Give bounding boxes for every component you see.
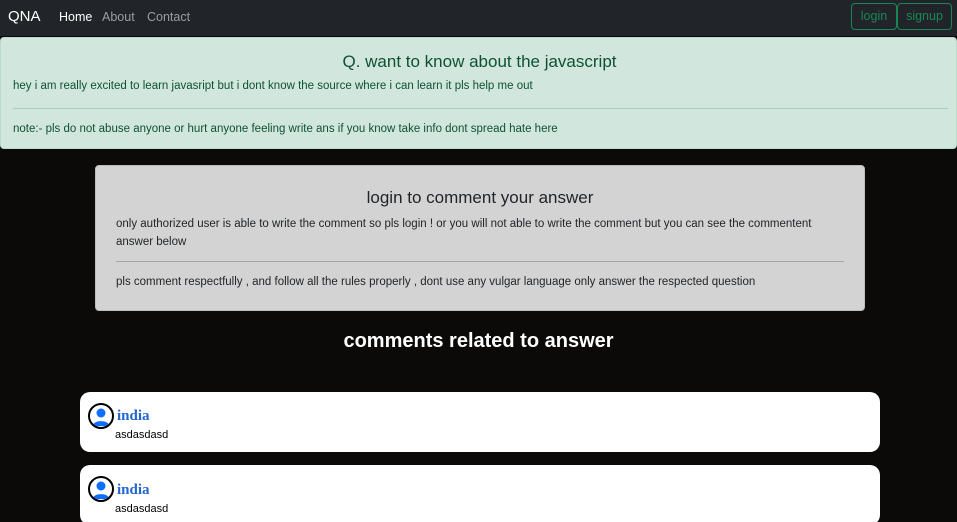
login-notice-title: login to comment your answer [366,188,594,207]
question-alert: Q. want to know about the javascript hey… [0,37,957,149]
login-notice-body: only authorized user is able to write th… [116,218,812,248]
navbar: QNA Home About Contact login signup [0,0,957,36]
login-notice-divider [116,261,844,262]
nav-link-home[interactable]: Home [59,10,92,24]
comments-heading: comments related to answer [343,330,614,352]
signup-button[interactable]: signup [897,3,952,30]
user-avatar-icon [88,476,114,502]
question-divider [13,108,948,109]
nav-link-about[interactable]: About [102,10,135,24]
question-title: Q. want to know about the javascript [342,52,617,71]
login-notice: login to comment your answer only author… [95,165,865,311]
login-notice-rules: pls comment respectfully , and follow al… [116,276,756,288]
question-note: note:- pls do not abuse anyone or hurt a… [13,123,558,135]
comment-text: asdasdasd [115,503,169,515]
question-body: hey i am really excited to learn javasri… [13,80,533,92]
comment-username[interactable]: india [117,482,150,499]
user-avatar-icon [88,403,114,429]
nav-link-contact[interactable]: Contact [147,10,190,24]
brand-logo[interactable]: QNA [8,8,41,25]
login-button[interactable]: login [851,3,897,30]
comment-card: india asdasdasd [80,392,880,452]
comment-card: india asdasdasd [80,465,880,522]
comment-username[interactable]: india [117,408,150,425]
comment-text: asdasdasd [115,429,169,441]
